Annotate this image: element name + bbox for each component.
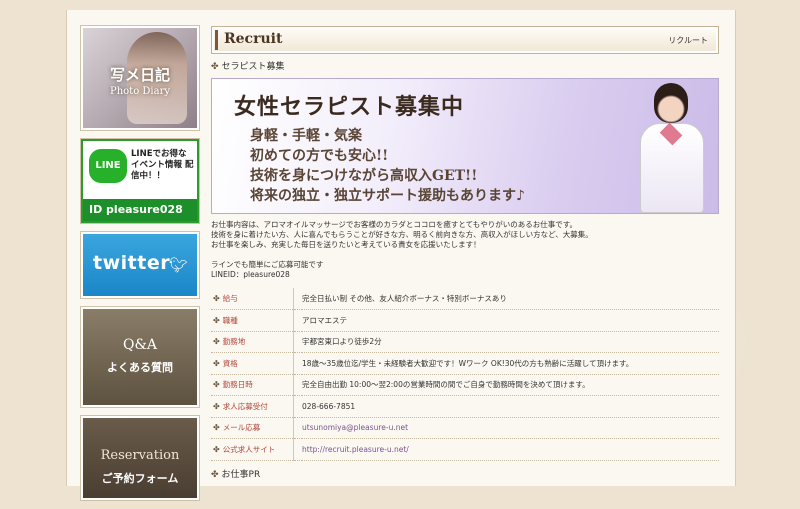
info-label: ✤ メール応募: [211, 417, 294, 439]
flourish-icon: ✤: [213, 380, 220, 390]
info-label-text: 公式求人サイト: [222, 444, 276, 454]
line-icon: LINE: [89, 149, 127, 183]
section-subheading: ✤ セラピスト募集: [211, 60, 719, 74]
faq-title: Q&A: [122, 337, 158, 353]
line-id: ID pleasure028: [83, 199, 197, 221]
info-value: アロマエステ: [302, 315, 347, 325]
line-banner-text: LINEでお得な イベント情報 配信中！！: [131, 149, 194, 181]
info-divider: [293, 395, 302, 417]
faq-banner[interactable]: Q&A よくある質問: [81, 307, 199, 407]
info-row: ✤ 給与 完全日払い制 その他、友人紹介ボーナス・特別ボーナスあり: [211, 288, 719, 310]
page-title-kana: リクルート: [668, 36, 708, 45]
title-accent-bar: [215, 30, 218, 50]
info-label: ✤ 給与: [211, 288, 294, 310]
diary-title: 写メ日記: [109, 66, 170, 84]
info-divider: [293, 288, 302, 310]
page-title: Recruit: [224, 31, 283, 47]
line-banner[interactable]: LINE LINEでお得な イベント情報 配信中！！ ID pleasure02…: [81, 139, 199, 223]
subheading-text: セラピスト募集: [221, 62, 285, 72]
info-label: ✤ 資格: [211, 353, 294, 375]
reservation-banner[interactable]: Reservation ご予約フォーム: [81, 416, 199, 500]
info-label: ✤ 求人応募受付: [211, 396, 294, 418]
flourish-icon: ✤: [213, 294, 220, 303]
info-value: 完全自由出勤 10:00〜翌2:00の営業時間の間でご自身で勤務時間を決めて頂け…: [302, 380, 590, 390]
info-label-text: 勤務地: [222, 337, 246, 347]
description-line: お仕事を楽しみ、充実した毎日を送りたいと考えている貴女を応援いたします！: [211, 240, 481, 249]
flourish-icon: ✤: [213, 315, 220, 325]
main-content: Recruit リクルート ✤ セラピスト募集 女性セラピスト募集中 身軽・手軽・…: [211, 26, 719, 480]
info-row: ✤ 職種 アロマエステ: [211, 309, 719, 332]
flourish-icon: ✤: [213, 401, 220, 411]
info-label-text: 給与: [222, 294, 238, 303]
info-label-text: 求人応募受付: [222, 401, 268, 411]
info-row: ✤ 勤務日時 完全自由出勤 10:00〜翌2:00の営業時間の間でご自身で勤務時間を…: [211, 374, 719, 396]
photo-diary-banner[interactable]: 写メ日記 Photo Diary: [81, 26, 199, 130]
pr-heading-text: お仕事PR: [221, 469, 261, 480]
info-value: 18歳〜35歳位迄/学生・未経験者大歓迎です！Wワーク OK!30代の方も熟齢に…: [302, 358, 634, 368]
banner-headline: 女性セラピスト募集中: [234, 94, 465, 120]
twitter-label: twitter: [93, 252, 171, 274]
faq-subtitle: よくある質問: [107, 361, 173, 374]
flourish-icon: ✤: [213, 444, 220, 454]
diary-subtitle: Photo Diary: [109, 86, 170, 97]
info-value: 028-666-7851: [302, 401, 356, 411]
job-info-table: ✤ 給与 完全日払い制 その他、友人紹介ボーナス・特別ボーナスあり ✤ 職種 アロマエステ…: [211, 288, 719, 461]
info-label: ✤ 勤務地: [211, 331, 294, 353]
info-label-text: 職種: [222, 315, 238, 325]
info-divider: [293, 309, 302, 331]
twitter-banner[interactable]: twitter 🐦︎: [81, 232, 199, 298]
therapist-head: [654, 83, 688, 123]
info-value: 完全日払い制 その他、友人紹介ボーナス・特別ボーナスあり: [302, 294, 507, 303]
banner-line: 技術を身につけながら高収入GET!!: [250, 168, 478, 184]
flourish-icon: ✤: [211, 62, 219, 72]
flourish-icon: ✤: [213, 337, 220, 347]
info-label: ✤ 勤務日時: [211, 374, 294, 396]
info-row: ✤ 勤務地 宇都宮東口より徒歩2分: [211, 331, 719, 353]
reservation-subtitle: ご予約フォーム: [101, 472, 179, 485]
info-divider: [293, 417, 302, 439]
info-divider: [293, 331, 302, 353]
description-line: お仕事内容は、アロマオイルマッサージでお客様のカラダとココロを癒すとてもやりがい…: [211, 220, 577, 229]
flourish-icon: ✤: [213, 358, 220, 368]
flourish-icon: ✤: [213, 423, 220, 433]
banner-line: 身軽・手軽・気楽: [250, 128, 362, 144]
description-line: 技術を身に着けたい方、人に喜んでもらうことが好きな方、明るく前向きな方、高収入が…: [211, 230, 593, 239]
job-pr-heading: ✤ お仕事PR: [211, 467, 719, 480]
job-description: お仕事内容は、アロマオイルマッサージでお客様のカラダとココロを癒すとてもやりがい…: [211, 220, 719, 280]
reservation-title: Reservation: [100, 448, 180, 463]
banner-line: 将来の独立・独立サポート援助もあります♪: [250, 188, 525, 204]
info-value-link[interactable]: http://recruit.pleasure-u.net/: [302, 439, 719, 461]
info-row: ✤ 公式求人サイト http://recruit.pleasure-u.net/: [211, 438, 719, 461]
page-title-bar: Recruit リクルート: [211, 26, 719, 54]
info-row: ✤ メール応募 utsunomiya@pleasure-u.net: [211, 417, 719, 439]
info-value-link[interactable]: utsunomiya@pleasure-u.net: [302, 417, 719, 439]
info-divider: [293, 352, 302, 374]
twitter-bird-icon: 🐦︎: [168, 256, 188, 274]
info-value: 宇都宮東口より徒歩2分: [302, 337, 382, 347]
page-container: 写メ日記 Photo Diary LINE LINEでお得な イベント情報 配信…: [66, 10, 736, 500]
line-apply-id: LINEID：pleasure028: [211, 270, 290, 279]
flourish-icon: ✤: [211, 469, 219, 480]
info-divider: [293, 374, 302, 396]
recruit-banner: 女性セラピスト募集中 身軽・手軽・気楽 初めての方でも安心!! 技術を身につけな…: [211, 78, 719, 214]
info-label-text: メール応募: [222, 423, 261, 433]
info-divider: [293, 438, 302, 460]
info-row: ✤ 求人応募受付 028-666-7851: [211, 395, 719, 418]
info-label-text: 勤務日時: [222, 380, 253, 390]
line-apply-note: ラインでも簡単にご応募可能です: [211, 260, 324, 269]
sidebar: 写メ日記 Photo Diary LINE LINEでお得な イベント情報 配信…: [81, 26, 199, 509]
info-row: ✤ 資格 18歳〜35歳位迄/学生・未経験者大歓迎です！Wワーク OK!30代の方も…: [211, 352, 719, 375]
info-label-text: 資格: [222, 358, 238, 368]
info-label: ✤ 職種: [211, 310, 294, 332]
therapist-photo: [634, 83, 708, 213]
info-label: ✤ 公式求人サイト: [211, 439, 294, 461]
banner-line: 初めての方でも安心!!: [250, 148, 389, 164]
